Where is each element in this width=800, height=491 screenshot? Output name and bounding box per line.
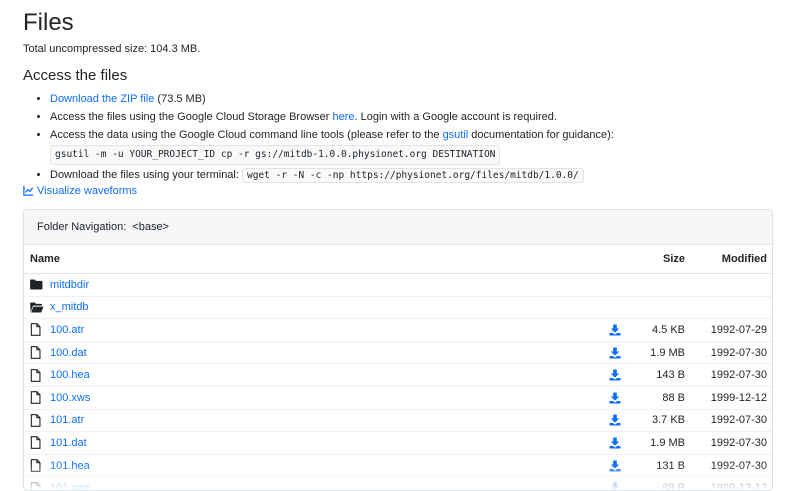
file-icon <box>30 436 44 450</box>
access-list: Download the ZIP file (73.5 MB) Access t… <box>23 91 770 186</box>
gcs-text: Access the files using the Google Cloud … <box>50 111 333 123</box>
file-row: 101.dat 1.9 MB 1992-07-30 <box>24 432 772 455</box>
folder-link[interactable]: mitdbdir <box>50 279 89 291</box>
gsutil-link[interactable]: gsutil <box>443 129 469 141</box>
access-item-cli: Access the data using the Google Cloud c… <box>50 127 770 165</box>
file-row: 101.atr 3.7 KB 1992-07-30 <box>24 410 772 433</box>
folder-open-icon <box>30 300 44 314</box>
file-row: 100.atr 4.5 KB 1992-07-29 <box>24 319 772 342</box>
file-size: 88 B <box>662 482 685 491</box>
chart-line-icon <box>23 185 34 196</box>
folder-navigation: Folder Navigation: <base> <box>24 210 772 245</box>
gcs-browser-link[interactable]: here <box>332 111 354 123</box>
file-modified: 1992-07-29 <box>710 323 767 336</box>
zip-size: (73.5 MB) <box>154 93 206 105</box>
file-modified: 1992-07-30 <box>710 436 767 449</box>
gsutil-command[interactable]: gsutil -m -u YOUR_PROJECT_ID cp -r gs://… <box>50 145 501 165</box>
file-modified: 1992-07-30 <box>710 369 767 382</box>
file-icon <box>30 368 44 382</box>
file-icon <box>30 323 44 337</box>
file-size: 88 B <box>662 391 685 404</box>
file-row: 100.dat 1.9 MB 1992-07-30 <box>24 342 772 365</box>
visualize-label: Visualize waveforms <box>37 185 138 197</box>
file-browser: Folder Navigation: <base> Name Size Modi… <box>23 209 773 491</box>
file-size: 1.9 MB <box>650 346 685 359</box>
file-link[interactable]: 100.xws <box>50 392 90 404</box>
folder-nav-path[interactable]: <base> <box>132 221 169 233</box>
download-icon[interactable] <box>603 392 627 404</box>
column-size[interactable]: Size <box>603 253 685 265</box>
file-icon <box>30 413 44 427</box>
file-size: 1.9 MB <box>650 436 685 449</box>
file-link[interactable]: 101.dat <box>50 437 87 449</box>
access-item-zip: Download the ZIP file (73.5 MB) <box>50 91 770 107</box>
folder-nav-label: Folder Navigation: <box>37 221 127 233</box>
download-icon[interactable] <box>603 437 627 449</box>
folder-link[interactable]: x_mitdb <box>50 301 89 313</box>
download-zip-link[interactable]: Download the ZIP file <box>50 93 154 105</box>
file-link[interactable]: 100.hea <box>50 369 90 381</box>
file-row: 101.hea 131 B 1992-07-30 <box>24 455 772 478</box>
file-link[interactable]: 101.hea <box>50 460 90 472</box>
download-icon[interactable] <box>603 369 627 381</box>
file-link[interactable]: 100.dat <box>50 347 87 359</box>
access-heading: Access the files <box>23 67 128 84</box>
total-size: Total uncompressed size: 104.3 MB. <box>23 43 201 55</box>
file-modified: 1999-12-12 <box>710 391 767 404</box>
file-icon <box>30 346 44 360</box>
file-row: 101.xws 88 B 1999-12-12 <box>24 477 772 491</box>
page-title: Files <box>23 9 74 36</box>
file-list: mitdbdir x_mitdb 100.atr 4.5 KB 1992-07-29 10… <box>24 274 772 491</box>
download-icon[interactable] <box>603 324 627 336</box>
file-size: 3.7 KB <box>651 414 685 427</box>
file-row: 100.xws 88 B 1999-12-12 <box>24 387 772 410</box>
file-size: 131 B <box>656 459 685 472</box>
file-icon <box>30 481 44 490</box>
file-link[interactable]: 100.atr <box>50 324 84 336</box>
wget-command[interactable]: wget -r -N -c -np https://physionet.org/… <box>241 168 584 183</box>
folder-row[interactable]: mitdbdir <box>24 274 772 297</box>
terminal-text: Download the files using your terminal: <box>50 169 242 181</box>
gcs-text-after: . Login with a Google account is require… <box>354 111 557 123</box>
visualize-waveforms-link[interactable]: Visualize waveforms <box>23 184 137 198</box>
folder-icon <box>30 278 44 292</box>
file-modified: 1992-07-30 <box>710 346 767 359</box>
download-icon[interactable] <box>603 460 627 472</box>
file-modified: 1992-07-30 <box>710 459 767 472</box>
cli-text: Access the data using the Google Cloud c… <box>50 129 443 141</box>
file-modified: 1992-07-30 <box>710 414 767 427</box>
folder-row[interactable]: x_mitdb <box>24 297 772 320</box>
download-icon[interactable] <box>603 347 627 359</box>
download-icon[interactable] <box>603 414 627 426</box>
cli-text-after: documentation for guidance): <box>468 129 614 141</box>
download-icon[interactable] <box>603 482 627 490</box>
file-size: 4.5 KB <box>651 323 685 336</box>
file-size: 143 B <box>656 369 685 382</box>
table-header: Name Size Modified <box>24 245 772 274</box>
file-icon <box>30 459 44 473</box>
file-row: 100.hea 143 B 1992-07-30 <box>24 364 772 387</box>
access-item-gcs: Access the files using the Google Cloud … <box>50 109 770 125</box>
file-link[interactable]: 101.xws <box>50 482 90 490</box>
column-name[interactable]: Name <box>30 253 603 265</box>
column-modified[interactable]: Modified <box>685 253 767 265</box>
access-item-terminal: Download the files using your terminal: … <box>50 167 770 184</box>
file-icon <box>30 391 44 405</box>
file-modified: 1999-12-12 <box>710 482 767 491</box>
file-link[interactable]: 101.atr <box>50 414 84 426</box>
